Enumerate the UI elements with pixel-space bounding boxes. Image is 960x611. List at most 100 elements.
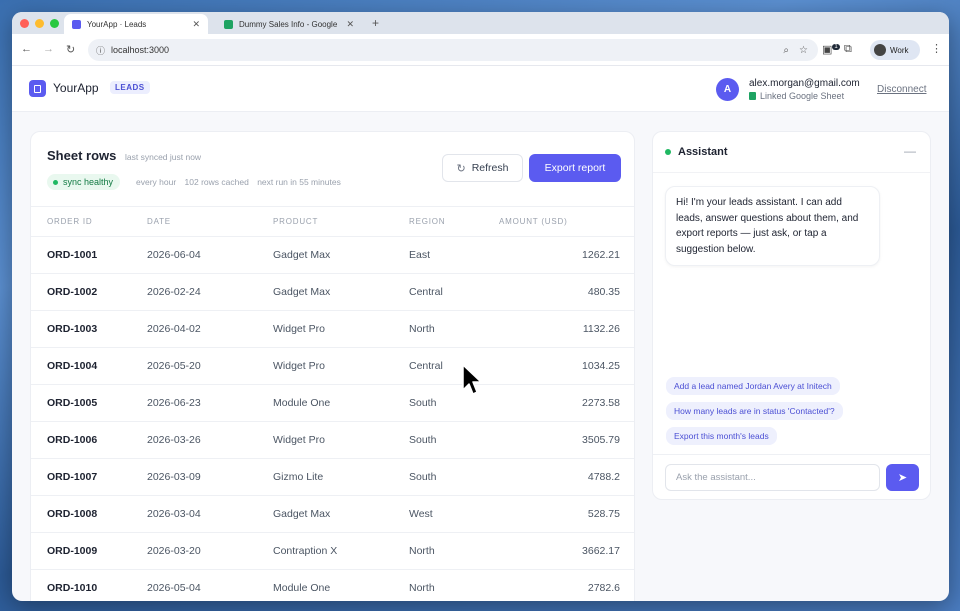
extension-icon[interactable]: ▣ 1 — [822, 43, 840, 56]
order-id-cell: ORD-1006 — [31, 421, 147, 459]
section-badge: LEADS — [110, 81, 150, 94]
order-id-cell: ORD-1009 — [31, 532, 147, 570]
suggestion-chip-contacted-count[interactable]: How many leads are in status 'Contacted'… — [666, 402, 843, 420]
send-icon: ➤ — [897, 472, 908, 484]
site-info-icon[interactable]: ⓘ — [96, 44, 105, 57]
region-cell: East — [409, 236, 499, 274]
card-title: Sheet rows — [47, 148, 117, 163]
column-header-order-id[interactable]: ORDER ID — [31, 206, 147, 237]
minimize-window-button[interactable] — [35, 19, 44, 28]
suggestion-chip-add-lead[interactable]: Add a lead named Jordan Avery at Initech — [666, 377, 840, 395]
table-row[interactable]: ORD-1007 2026-03-09 Gizmo Lite South 478… — [31, 458, 634, 496]
sync-status-badge: sync healthy — [47, 174, 121, 190]
date-cell: 2026-03-09 — [147, 458, 273, 496]
date-cell: 2026-02-24 — [147, 273, 273, 311]
tab-strip: YourApp · Leads ✕ Dummy Sales Info - Goo… — [12, 12, 949, 34]
table-row[interactable]: ORD-1009 2026-03-20 Contraption X North … — [31, 532, 634, 570]
date-cell: 2026-03-04 — [147, 495, 273, 533]
amount-cell: 3662.17 — [499, 532, 634, 570]
tab-yourapp[interactable]: YourApp · Leads ✕ — [64, 14, 208, 34]
profile-button[interactable]: Work — [870, 40, 920, 60]
amount-cell: 480.35 — [499, 273, 634, 311]
order-id-cell: ORD-1004 — [31, 347, 147, 385]
divider — [653, 454, 930, 455]
send-button[interactable]: ➤ — [886, 464, 919, 491]
online-status-icon — [665, 149, 671, 155]
address-bar[interactable]: ⓘ localhost:3000 ⌕ ☆ — [88, 39, 818, 61]
order-id-cell: ORD-1001 — [31, 236, 147, 274]
assistant-input[interactable] — [665, 464, 880, 491]
table-row[interactable]: ORD-1010 2026-05-04 Module One North 278… — [31, 569, 634, 601]
product-cell: Module One — [273, 569, 409, 601]
new-tab-icon[interactable]: + — [372, 16, 379, 30]
product-cell: Gadget Max — [273, 273, 409, 311]
zoom-icon[interactable]: ⌕ — [783, 45, 789, 56]
browser-toolbar: ← → ↻ ⓘ localhost:3000 ⌕ ☆ ▣ 1 ⧉ Work ⋮ — [12, 34, 949, 66]
amount-cell: 1262.21 — [499, 236, 634, 274]
export-report-button[interactable]: Export report — [529, 154, 621, 182]
rows-cached: 102 rows cached — [184, 177, 249, 187]
tab-title: Dummy Sales Info - Google S — [239, 19, 341, 29]
region-cell: Central — [409, 347, 499, 385]
region-cell: South — [409, 458, 499, 496]
table-row[interactable]: ORD-1006 2026-03-26 Widget Pro South 350… — [31, 421, 634, 459]
sheets-favicon-icon — [224, 19, 233, 29]
assistant-panel: Assistant — Hi! I'm your leads assistant… — [652, 131, 931, 500]
column-header-date[interactable]: DATE — [147, 206, 273, 237]
last-synced-text: last synced just now — [125, 152, 202, 162]
browser-window: YourApp · Leads ✕ Dummy Sales Info - Goo… — [12, 12, 949, 601]
disconnect-link[interactable]: Disconnect — [877, 84, 926, 95]
sync-meta: every hour 102 rows cached next run in 5… — [136, 177, 347, 187]
divider — [653, 172, 930, 173]
product-cell: Gadget Max — [273, 495, 409, 533]
refresh-label: Refresh — [471, 162, 509, 174]
window-controls — [20, 19, 59, 28]
suggestion-chip-export[interactable]: Export this month's leads — [666, 427, 777, 445]
forward-icon[interactable]: → — [43, 43, 54, 55]
app-header: YourApp LEADS A alex.morgan@gmail.com Li… — [12, 66, 949, 112]
sheet-rows-card: Sheet rows last synced just now sync hea… — [30, 131, 635, 601]
product-cell: Module One — [273, 384, 409, 422]
column-header-product[interactable]: PRODUCT — [273, 206, 409, 237]
app-logo-icon — [29, 80, 46, 97]
linked-sheet-status: Linked Google Sheet — [749, 91, 844, 101]
product-cell: Gizmo Lite — [273, 458, 409, 496]
region-cell: South — [409, 421, 499, 459]
table-row[interactable]: ORD-1004 2026-05-20 Widget Pro Central 1… — [31, 347, 634, 385]
table-row[interactable]: ORD-1008 2026-03-04 Gadget Max West 528.… — [31, 495, 634, 533]
extensions-puzzle-icon[interactable]: ⧉ — [844, 43, 852, 56]
refresh-button[interactable]: ↻ Refresh — [442, 154, 523, 182]
app-name: YourApp — [53, 81, 99, 95]
tab-title: YourApp · Leads — [87, 19, 147, 29]
back-icon[interactable]: ← — [21, 43, 32, 55]
order-id-cell: ORD-1005 — [31, 384, 147, 422]
next-run: next run in 55 minutes — [257, 177, 341, 187]
date-cell: 2026-03-20 — [147, 532, 273, 570]
table-row[interactable]: ORD-1003 2026-04-02 Widget Pro North 113… — [31, 310, 634, 348]
close-window-button[interactable] — [20, 19, 29, 28]
profile-avatar-icon — [874, 44, 886, 56]
amount-cell: 528.75 — [499, 495, 634, 533]
column-header-region[interactable]: REGION — [409, 206, 499, 237]
column-header-amount[interactable]: AMOUNT (USD) — [499, 206, 634, 237]
google-sheet-icon — [749, 92, 756, 100]
order-id-cell: ORD-1008 — [31, 495, 147, 533]
close-tab-icon[interactable]: ✕ — [346, 19, 354, 30]
amount-cell: 2273.58 — [499, 384, 634, 422]
close-tab-icon[interactable]: ✕ — [192, 19, 200, 30]
tab-google-sheet[interactable]: Dummy Sales Info - Google S ✕ — [216, 14, 362, 34]
table-row[interactable]: ORD-1001 2026-06-04 Gadget Max East 1262… — [31, 236, 634, 274]
bookmark-star-icon[interactable]: ☆ — [799, 45, 808, 56]
date-cell: 2026-05-04 — [147, 569, 273, 601]
table-row[interactable]: ORD-1002 2026-02-24 Gadget Max Central 4… — [31, 273, 634, 311]
mouse-cursor-icon — [462, 364, 482, 395]
table-row[interactable]: ORD-1005 2026-06-23 Module One South 227… — [31, 384, 634, 422]
amount-cell: 4788.2 — [499, 458, 634, 496]
minimize-icon[interactable]: — — [904, 144, 916, 158]
table-header-row: ORDER ID DATE PRODUCT REGION AMOUNT (USD… — [31, 206, 634, 237]
browser-menu-icon[interactable]: ⋮ — [931, 42, 942, 55]
reload-icon[interactable]: ↻ — [66, 43, 75, 56]
order-id-cell: ORD-1003 — [31, 310, 147, 348]
maximize-window-button[interactable] — [50, 19, 59, 28]
product-cell: Widget Pro — [273, 421, 409, 459]
